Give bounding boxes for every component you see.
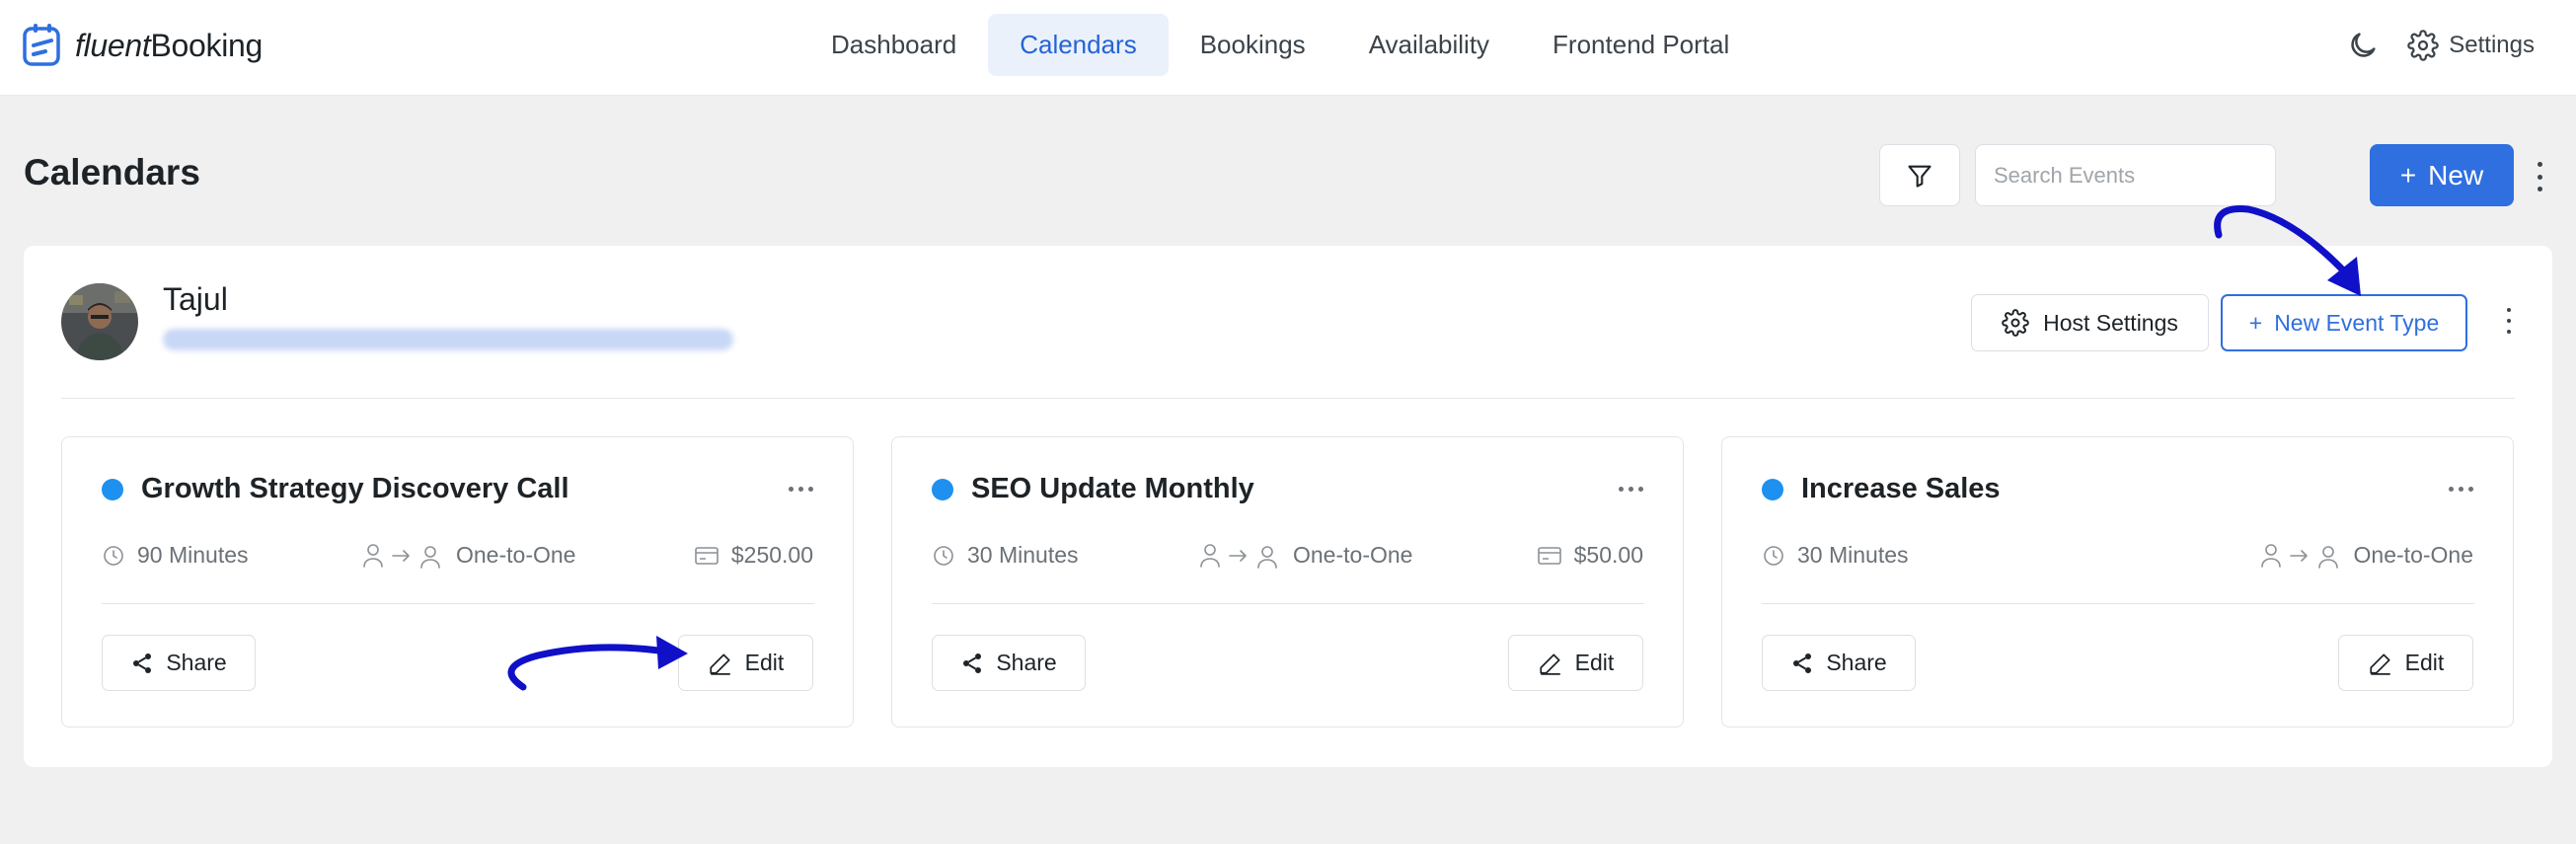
event-color-dot	[1762, 478, 1783, 500]
plus-icon: +	[2248, 309, 2263, 336]
event-duration: 30 Minutes	[1762, 542, 1909, 569]
gear-icon	[2407, 30, 2440, 61]
host-name: Tajul	[163, 281, 228, 317]
pencil-icon	[2370, 652, 2390, 675]
host-calendar-card: Tajul Host Settings + New Event Type Gro…	[24, 246, 2552, 767]
filter-icon	[1908, 165, 1932, 188]
top-navbar: fluentBooking Dashboard Calendars Bookin…	[0, 0, 2576, 96]
plus-icon: +	[2399, 159, 2417, 191]
event-type: One-to-One	[2260, 542, 2473, 569]
pencil-icon	[710, 652, 730, 675]
edit-button[interactable]: Edit	[1508, 635, 1643, 691]
event-price: $250.00	[694, 542, 813, 569]
more-horizontal-icon[interactable]	[2449, 487, 2473, 492]
event-price: $50.00	[1537, 542, 1643, 569]
more-horizontal-icon[interactable]	[789, 487, 813, 492]
brand-name: fluentBooking	[75, 27, 264, 63]
event-duration: 30 Minutes	[932, 542, 1079, 569]
user-to-user-icon	[2260, 543, 2338, 569]
divider	[102, 603, 814, 604]
divider	[1762, 603, 2474, 604]
share-icon	[133, 652, 152, 673]
search-events-box	[1975, 144, 2276, 206]
main-nav: Dashboard Calendars Bookings Availabilit…	[799, 14, 1761, 76]
share-icon	[963, 652, 982, 673]
nav-frontend-portal[interactable]: Frontend Portal	[1521, 14, 1761, 76]
page-title: Calendars	[24, 152, 200, 192]
share-button[interactable]: Share	[932, 635, 1086, 691]
share-button[interactable]: Share	[102, 635, 256, 691]
page-kebab-icon[interactable]	[2530, 162, 2549, 192]
share-icon	[1793, 652, 1812, 673]
gear-icon	[2002, 309, 2029, 337]
event-title[interactable]: Growth Strategy Discovery Call	[141, 473, 569, 505]
new-button[interactable]: + New	[2370, 144, 2514, 206]
calendar-logo-icon	[23, 24, 60, 66]
share-button[interactable]: Share	[1762, 635, 1916, 691]
nav-dashboard[interactable]: Dashboard	[799, 14, 988, 76]
event-title[interactable]: SEO Update Monthly	[971, 473, 1254, 505]
search-input[interactable]	[1976, 145, 2275, 205]
event-title[interactable]: Increase Sales	[1801, 473, 2001, 505]
settings-label: Settings	[2449, 32, 2535, 58]
event-color-dot	[102, 478, 123, 500]
new-event-type-label: New Event Type	[2274, 309, 2440, 336]
nav-availability[interactable]: Availability	[1337, 14, 1521, 76]
more-horizontal-icon[interactable]	[1619, 487, 1643, 492]
event-type: One-to-One	[363, 542, 575, 569]
divider	[932, 603, 1644, 604]
event-color-dot	[932, 478, 953, 500]
event-type: One-to-One	[1200, 542, 1412, 569]
event-card: Increase Sales 30 Minutes One-to-One Sha…	[1721, 436, 2514, 728]
edit-button[interactable]: Edit	[678, 635, 813, 691]
filter-button[interactable]	[1879, 144, 1960, 206]
credit-card-icon	[1537, 546, 1561, 565]
top-right-actions: Settings	[2346, 24, 2535, 67]
edit-button[interactable]: Edit	[2338, 635, 2473, 691]
new-button-label: New	[2428, 159, 2484, 191]
brand-logo[interactable]: fluentBooking	[22, 22, 263, 69]
settings-link[interactable]: Settings	[2407, 30, 2535, 61]
clock-icon	[934, 545, 953, 566]
host-settings-button[interactable]: Host Settings	[1971, 294, 2209, 351]
avatar	[61, 283, 138, 360]
credit-card-icon	[695, 546, 719, 565]
moon-icon[interactable]	[2346, 29, 2380, 62]
nav-calendars[interactable]: Calendars	[988, 14, 1169, 76]
user-to-user-icon	[1200, 543, 1277, 569]
host-settings-label: Host Settings	[2043, 309, 2178, 336]
new-event-type-button[interactable]: + New Event Type	[2221, 294, 2467, 351]
event-card: Growth Strategy Discovery Call 90 Minute…	[61, 436, 854, 728]
clock-icon	[104, 545, 123, 566]
host-email-blurred	[163, 329, 733, 350]
event-card: SEO Update Monthly 30 Minutes One-to-One…	[891, 436, 1684, 728]
divider	[61, 398, 2515, 399]
host-kebab-icon[interactable]	[2499, 308, 2519, 334]
event-duration: 90 Minutes	[102, 542, 249, 569]
user-to-user-icon	[363, 543, 440, 569]
nav-bookings[interactable]: Bookings	[1169, 14, 1337, 76]
pencil-icon	[1540, 652, 1560, 675]
clock-icon	[1764, 545, 1783, 566]
